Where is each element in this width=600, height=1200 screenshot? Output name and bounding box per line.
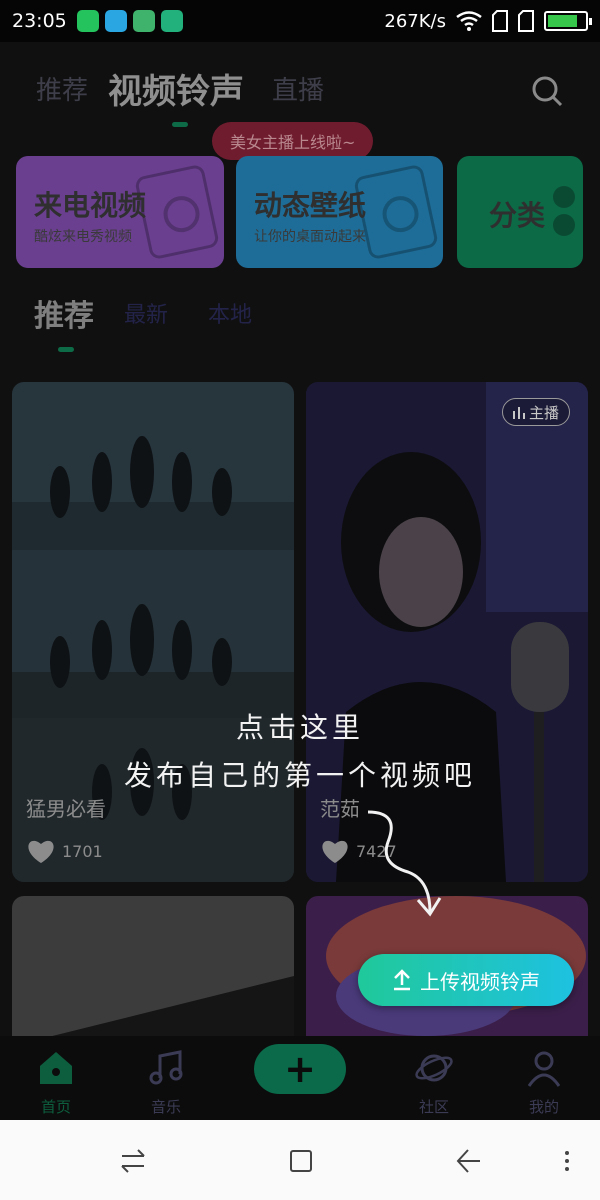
like-count-value: 1701 <box>62 841 103 861</box>
category-incoming-video[interactable]: 来电视频 酷炫来电秀视频 <box>16 156 224 268</box>
search-icon[interactable] <box>530 74 564 108</box>
category-title: 来电视频 <box>34 189 147 222</box>
tip-line-1: 点击这里 <box>235 711 364 744</box>
dots-icon <box>553 186 575 208</box>
video-card[interactable] <box>12 896 294 1056</box>
top-navigation: 推荐 视频铃声 直播 <box>0 42 600 132</box>
nav-home[interactable]: 首页 <box>16 1048 96 1117</box>
heart-icon <box>322 840 348 863</box>
status-bar: 23:05 267K/s <box>0 0 600 42</box>
tab-indicator <box>172 122 188 127</box>
planet-icon <box>415 1054 453 1082</box>
sim-icon <box>518 10 534 32</box>
promo-banner[interactable]: 美女主播上线啦~ <box>212 122 374 160</box>
bars-icon <box>512 407 525 419</box>
status-time: 23:05 <box>12 10 67 32</box>
nav-community[interactable]: 社区 <box>394 1048 474 1117</box>
person-icon <box>527 1051 561 1087</box>
nav-mine[interactable]: 我的 <box>504 1048 584 1117</box>
app-screen: 推荐 视频铃声 直播 美女主播上线啦~ 来电视频 酷炫来电秀视频 动态壁纸 让你… <box>0 42 600 1120</box>
category-title: 动态壁纸 <box>254 189 367 222</box>
switch-icon[interactable] <box>118 1146 148 1176</box>
upload-button-label: 上传视频铃声 <box>420 969 540 994</box>
video-thumbnail <box>12 976 294 1056</box>
app-notification-icon <box>76 10 99 32</box>
network-speed: 267K/s <box>384 10 446 32</box>
subtab-indicator <box>58 347 74 352</box>
home-icon <box>40 1052 72 1084</box>
usb-icon <box>160 10 183 32</box>
back-icon[interactable] <box>452 1146 482 1176</box>
category-subtitle: 让你的桌面动起来 <box>254 229 366 245</box>
tab-video-ringtone[interactable]: 视频铃声 <box>108 64 244 113</box>
subtab-latest[interactable]: 最新 <box>124 297 168 329</box>
heart-icon <box>28 840 54 863</box>
category-live-wallpaper[interactable]: 动态壁纸 让你的桌面动起来 <box>236 156 443 268</box>
video-title: 范茹 <box>320 797 360 821</box>
menu-icon[interactable] <box>552 1146 582 1176</box>
live-badge-label: 主播 <box>528 403 559 422</box>
video-title: 猛男必看 <box>26 797 106 821</box>
tab-live[interactable]: 直播 <box>272 70 324 107</box>
upload-icon <box>394 969 410 991</box>
nav-community-label: 社区 <box>418 1098 449 1116</box>
category-subtitle: 酷炫来电秀视频 <box>34 229 132 245</box>
live-badge: 主播 <box>501 398 570 426</box>
subtab-recommend[interactable]: 推荐 <box>34 291 94 335</box>
system-navigation-bar <box>0 1120 600 1200</box>
category-all[interactable]: 分类 <box>457 156 583 268</box>
category-title: 分类 <box>489 199 546 232</box>
like-count[interactable]: 1701 <box>26 838 103 864</box>
battery-icon <box>544 11 592 31</box>
app-notification-icon <box>104 10 127 32</box>
video-card[interactable]: 猛男必看 1701 <box>12 382 294 882</box>
dots-icon <box>553 214 575 236</box>
tab-recommend[interactable]: 推荐 <box>36 70 88 107</box>
wifi-icon <box>456 11 482 31</box>
tip-line-2: 发布自己的第一个视频吧 <box>123 759 476 792</box>
add-button[interactable]: + <box>254 1044 346 1094</box>
sub-tabs: 推荐 最新 本地 <box>0 287 600 357</box>
nav-music[interactable]: 音乐 <box>126 1048 206 1117</box>
nav-music-label: 音乐 <box>150 1098 181 1116</box>
bottom-navigation: 首页 音乐 + 社区 我的 <box>0 1036 600 1120</box>
square-icon[interactable] <box>286 1146 316 1176</box>
phone-icon <box>134 163 220 261</box>
subtab-local[interactable]: 本地 <box>208 297 252 329</box>
upload-video-ringtone-button[interactable]: 上传视频铃声 <box>358 954 574 1006</box>
nav-mine-label: 我的 <box>528 1098 559 1116</box>
app-notification-icon <box>132 10 155 32</box>
arrow-icon <box>367 810 442 917</box>
nav-home-label: 首页 <box>40 1098 71 1116</box>
sim-icon <box>492 10 508 32</box>
music-note-icon <box>149 1050 183 1085</box>
